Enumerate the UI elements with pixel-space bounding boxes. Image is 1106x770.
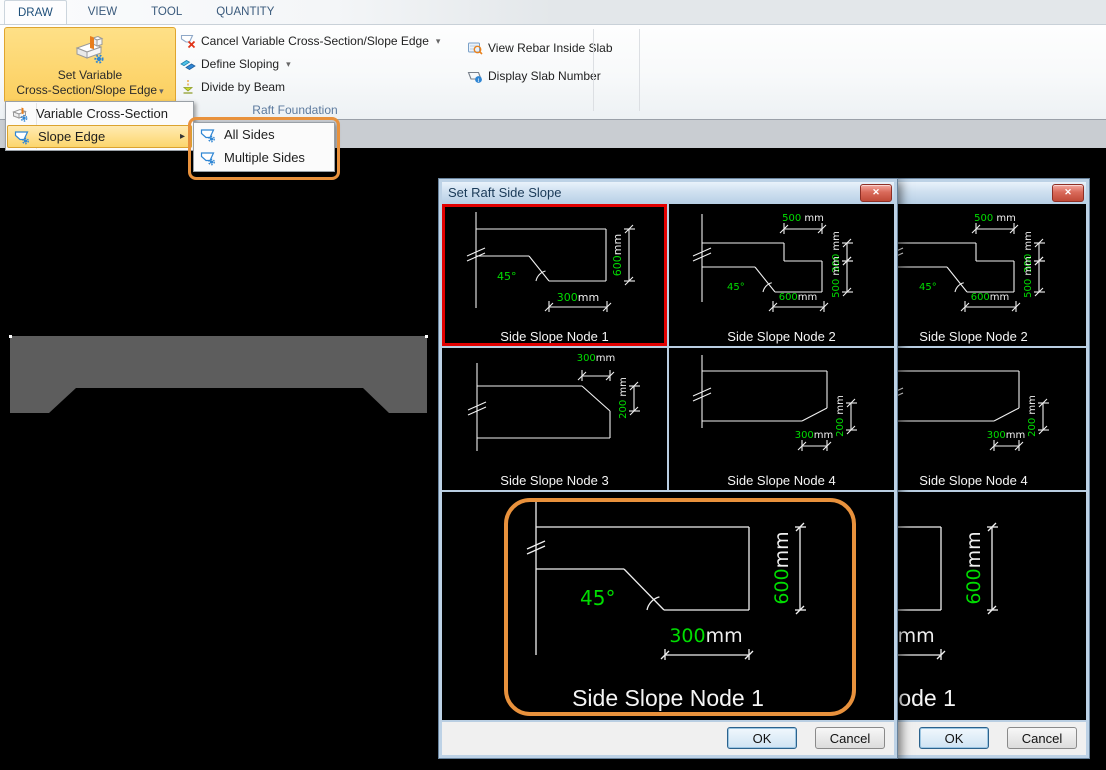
tab-draw[interactable]: DRAW (4, 0, 67, 24)
slope-edge-icon (14, 129, 30, 145)
big-button-label-line1: Set Variable (58, 68, 122, 83)
slope-node-preview: 45° 600mm 300mm Side Slope Node 1 (442, 492, 894, 720)
svg-text:200 mm: 200 mm (835, 395, 846, 437)
dropdown-arrow-icon: ▾ (286, 59, 291, 70)
svg-text:300mm: 300mm (987, 430, 1026, 441)
grip-point (425, 335, 428, 338)
ribbon-group-label: Raft Foundation (210, 103, 380, 117)
dropdown-arrow-icon: ▾ (159, 86, 164, 96)
svg-text:45°: 45° (919, 282, 937, 293)
slope-node-cell-4[interactable]: 200 mm300mmSide Slope Node 4 (669, 348, 894, 490)
cancel-variable-cross-section-slope-edge-button[interactable]: Cancel Variable Cross-Section/Slope Edge… (180, 33, 440, 49)
big-button-label-line2: Cross-Section/Slope Edge (16, 83, 157, 97)
svg-text:600mm: 600mm (779, 292, 818, 303)
ribbon-separator (593, 29, 594, 111)
ribbon-item-label: Display Slab Number (488, 69, 601, 83)
grip-point (9, 335, 12, 338)
close-button[interactable]: ✕ (1052, 184, 1084, 202)
menu-item-variable-cross-section[interactable]: Variable Cross-Section (6, 102, 193, 125)
svg-text:45°: 45° (580, 586, 615, 610)
tab-tool[interactable]: TOOL (138, 0, 195, 24)
submenu-item-label: All Sides (224, 127, 275, 142)
menu-item-label: Slope Edge (38, 129, 105, 144)
svg-text:300mm: 300mm (795, 430, 834, 441)
ribbon-tab-row: DRAW VIEW TOOL QUANTITY (0, 0, 1106, 25)
divide-by-beam-button[interactable]: Divide by Beam (180, 79, 285, 95)
cancel-slope-edge-icon (180, 33, 196, 49)
slope-node-drawing: 300mm 200 mm (442, 348, 667, 472)
slope-node-drawing: 45° 600mm 300mm (442, 204, 667, 328)
svg-text:600mm: 600mm (611, 234, 624, 276)
set-raft-side-slope-dialog: Set Raft Side Slope ✕ 45° 600mm 300mm Side Sl… (438, 178, 898, 759)
svg-text:200 mm: 200 mm (618, 377, 629, 419)
slope-node-grid: 45° 600mm 300mm Side Slope Node 1 45° 500 mm 3… (442, 204, 894, 755)
svg-text:600mm: 600mm (971, 292, 1010, 303)
slope-node-label: Side Slope Node 2 (669, 329, 894, 344)
slope-node-label: Side Slope Node 3 (442, 473, 667, 488)
slope-node-label: Side Slope Node 4 (669, 473, 894, 488)
submenu-item-label: Multiple Sides (224, 150, 305, 165)
svg-text:300mm: 300mm (557, 291, 599, 304)
cancel-button[interactable]: Cancel (815, 727, 885, 749)
slope-node-drawing: 45° 600mm 300mm (442, 492, 894, 684)
preview-label: Side Slope Node 1 (442, 685, 894, 712)
slope-node-drawing: 45°500 mm300 mm500 mm600mm (669, 204, 894, 328)
dropdown-arrow-icon: ▾ (436, 36, 441, 47)
svg-text:600mm: 600mm (963, 531, 985, 604)
cancel-button[interactable]: Cancel (1007, 727, 1077, 749)
application-window: DRAW VIEW TOOL QUANTITY Set Variable (0, 0, 1106, 770)
svg-text:45°: 45° (497, 270, 517, 283)
svg-text:300mm: 300mm (669, 625, 742, 647)
ribbon-item-label: Define Sloping (201, 57, 279, 71)
dialog-title-bar[interactable]: Set Raft Side Slope ✕ (442, 182, 894, 204)
svg-text:45°: 45° (727, 282, 745, 293)
svg-text:200 mm: 200 mm (1027, 395, 1038, 437)
set-variable-cross-section-slope-edge-button[interactable]: Set Variable Cross-Section/Slope Edge▾ (4, 27, 176, 103)
slope-edge-icon (200, 150, 216, 166)
submenu-item-multiple-sides[interactable]: Multiple Sides (194, 146, 334, 169)
define-sloping-button[interactable]: Define Sloping ▾ (180, 56, 291, 72)
ok-button[interactable]: OK (727, 727, 797, 749)
raft-foundation-cross-section-shape[interactable] (10, 336, 427, 413)
svg-text:500 mm: 500 mm (831, 256, 842, 298)
svg-text:300mm: 300mm (577, 353, 616, 364)
svg-text:500 mm: 500 mm (1023, 256, 1034, 298)
slope-node-cell-2[interactable]: 45°500 mm300 mm500 mm600mmSide Slope Nod… (669, 204, 894, 346)
slope-edge-icon (200, 127, 216, 143)
submenu-item-all-sides[interactable]: All Sides (194, 123, 334, 146)
svg-text:500 mm: 500 mm (974, 213, 1016, 224)
dialog-button-row: OK Cancel (442, 722, 894, 755)
define-sloping-icon (180, 56, 196, 72)
display-slab-number-icon: i (467, 68, 483, 84)
slope-edge-submenu: All Sides Multiple Sides (193, 122, 335, 172)
variable-cross-section-icon (12, 106, 28, 122)
svg-text:500 mm: 500 mm (782, 213, 824, 224)
tab-view[interactable]: VIEW (75, 0, 130, 24)
display-slab-number-button[interactable]: i Display Slab Number (467, 68, 601, 84)
slope-node-cell-3[interactable]: 300mm 200 mm Side Slope Node 3 (442, 348, 667, 490)
view-rebar-inside-slab-button[interactable]: View Rebar Inside Slab (467, 40, 613, 56)
ok-button[interactable]: OK (919, 727, 989, 749)
divide-by-beam-icon (180, 79, 196, 95)
slope-node-label: Side Slope Node 1 (442, 329, 667, 344)
variable-cross-section-big-icon (72, 35, 108, 68)
ribbon-item-label: Divide by Beam (201, 80, 285, 94)
svg-text:600mm: 600mm (771, 531, 793, 604)
menu-item-label: Variable Cross-Section (36, 106, 168, 121)
ribbon-item-label: Cancel Variable Cross-Section/Slope Edge (201, 34, 429, 48)
ribbon-separator (639, 29, 640, 111)
menu-item-slope-edge[interactable]: Slope Edge ▸ (7, 125, 192, 148)
slope-node-drawing: 200 mm300mm (669, 348, 894, 472)
tab-quantity[interactable]: QUANTITY (203, 0, 287, 24)
close-button[interactable]: ✕ (860, 184, 892, 202)
dialog-title: Set Raft Side Slope (448, 185, 561, 200)
slope-node-cell-1[interactable]: 45° 600mm 300mm Side Slope Node 1 (442, 204, 667, 346)
submenu-arrow-icon: ▸ (180, 131, 185, 142)
view-rebar-icon (467, 40, 483, 56)
set-variable-dropdown-menu: Variable Cross-Section Slope Edge ▸ (5, 101, 194, 151)
